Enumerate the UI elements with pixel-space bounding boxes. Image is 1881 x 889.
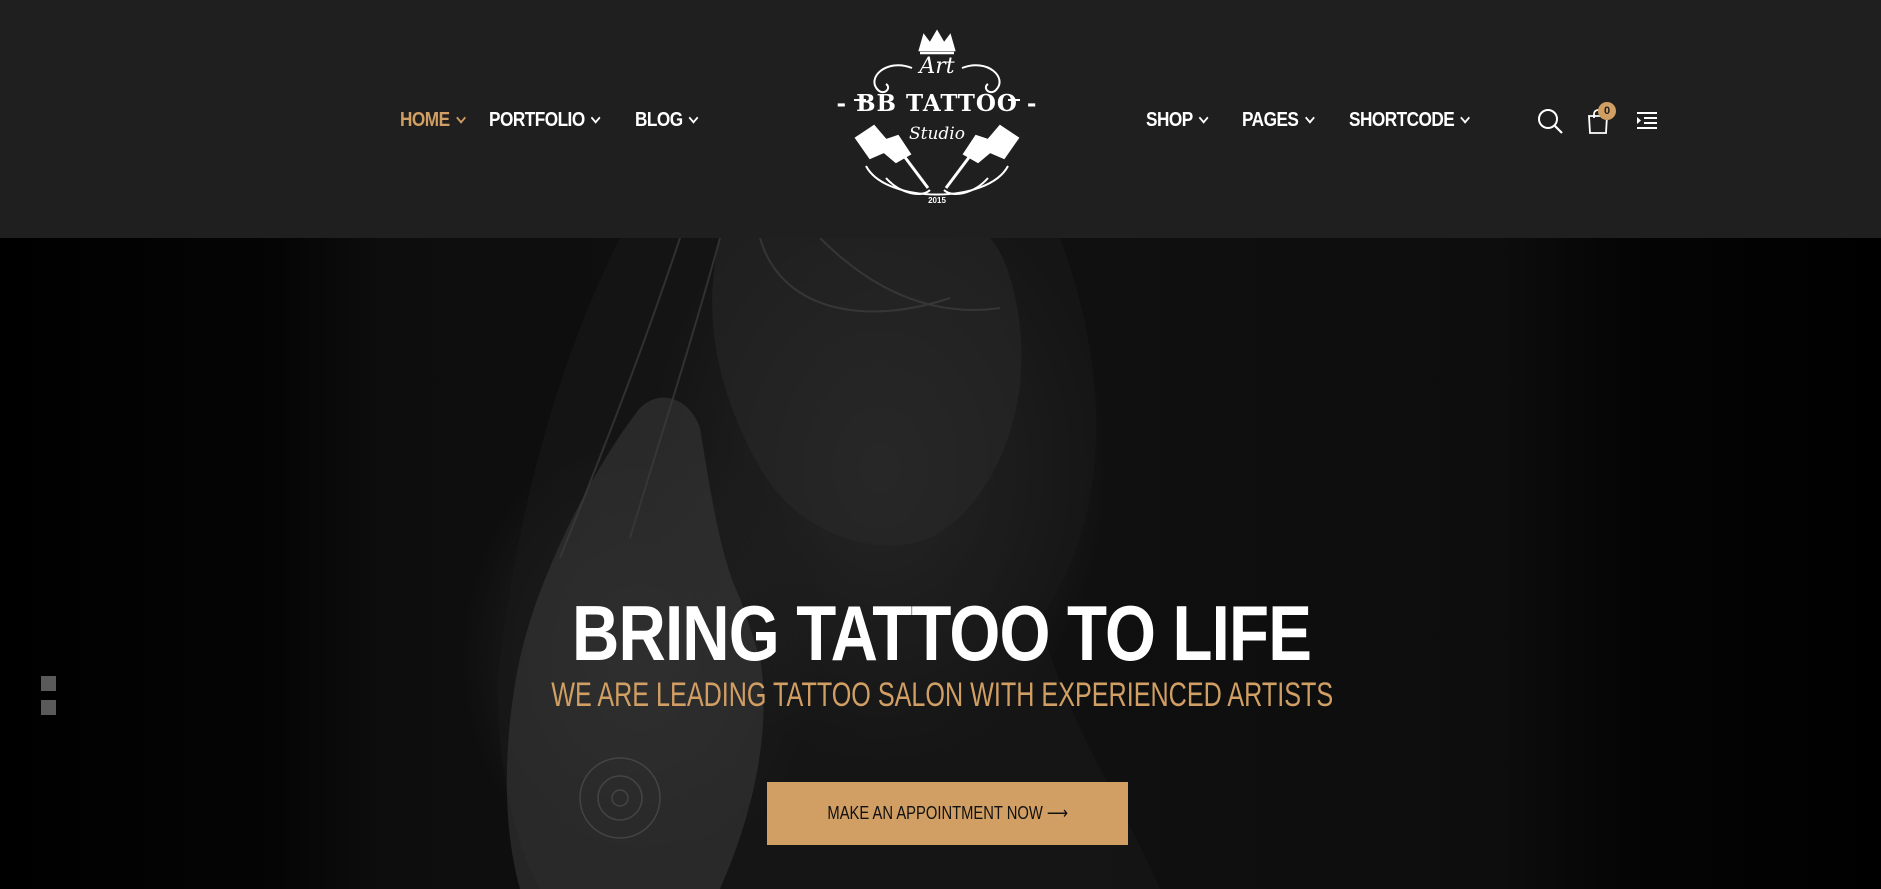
nav-item-shop-label: SHOP — [1146, 108, 1193, 131]
crown-icon — [918, 29, 956, 55]
nav-item-portfolio-label: PORTFOLIO — [488, 108, 585, 131]
chevron-down-icon — [1304, 111, 1315, 124]
hero-title: BRING TATTOO TO LIFE — [571, 589, 1312, 677]
logo-year: 2015 — [928, 196, 946, 205]
nav-item-shortcode-label: SHORTCODE — [1348, 108, 1455, 131]
logo-studio-text: Studio — [909, 124, 965, 144]
slider-dot[interactable] — [41, 676, 56, 691]
cart-count-badge: 0 — [1598, 102, 1616, 120]
nav-item-portfolio[interactable]: PORTFOLIO — [488, 108, 601, 132]
site-logo[interactable]: Art - BB TATTOO - Studio 2015 — [826, 28, 1048, 210]
main-nav-left: HOME PORTFOLIO BLOG — [400, 106, 707, 134]
logo-art-text: Art — [919, 54, 955, 79]
menu-icon[interactable] — [1633, 107, 1661, 135]
chevron-down-icon — [1460, 111, 1471, 124]
slider-dot[interactable] — [41, 700, 56, 715]
chevron-down-icon — [590, 111, 601, 124]
nav-item-pages[interactable]: PAGES — [1242, 108, 1315, 132]
hero-slider: BRING TATTOO TO LIFE WE ARE LEADING TATT… — [0, 238, 1881, 889]
slider-pagination — [41, 676, 56, 724]
nav-item-home-label: HOME — [400, 108, 450, 131]
make-appointment-label: MAKE AN APPOINTMENT NOW ⟶ — [827, 803, 1068, 823]
nav-item-shop[interactable]: SHOP — [1146, 108, 1209, 132]
chevron-down-icon — [1198, 111, 1209, 124]
nav-item-blog-label: BLOG — [634, 108, 683, 131]
chevron-down-icon — [455, 111, 466, 124]
nav-item-blog[interactable]: BLOG — [634, 108, 699, 132]
site-header: HOME PORTFOLIO BLOG Art - BB TATTOO - St… — [0, 0, 1881, 238]
hero-subtitle: WE ARE LEADING TATTOO SALON WITH EXPERIE… — [551, 676, 1334, 714]
nav-item-home[interactable]: HOME — [400, 108, 466, 132]
main-nav-right: SHOP PAGES SHORTCODE — [1146, 106, 1488, 134]
logo-title: - BB TATTOO - — [836, 90, 1038, 117]
make-appointment-button[interactable]: MAKE AN APPOINTMENT NOW ⟶ — [767, 782, 1128, 845]
search-icon[interactable] — [1536, 107, 1564, 135]
nav-item-shortcode[interactable]: SHORTCODE — [1348, 108, 1471, 132]
chevron-down-icon — [688, 111, 699, 124]
nav-item-pages-label: PAGES — [1242, 108, 1299, 131]
